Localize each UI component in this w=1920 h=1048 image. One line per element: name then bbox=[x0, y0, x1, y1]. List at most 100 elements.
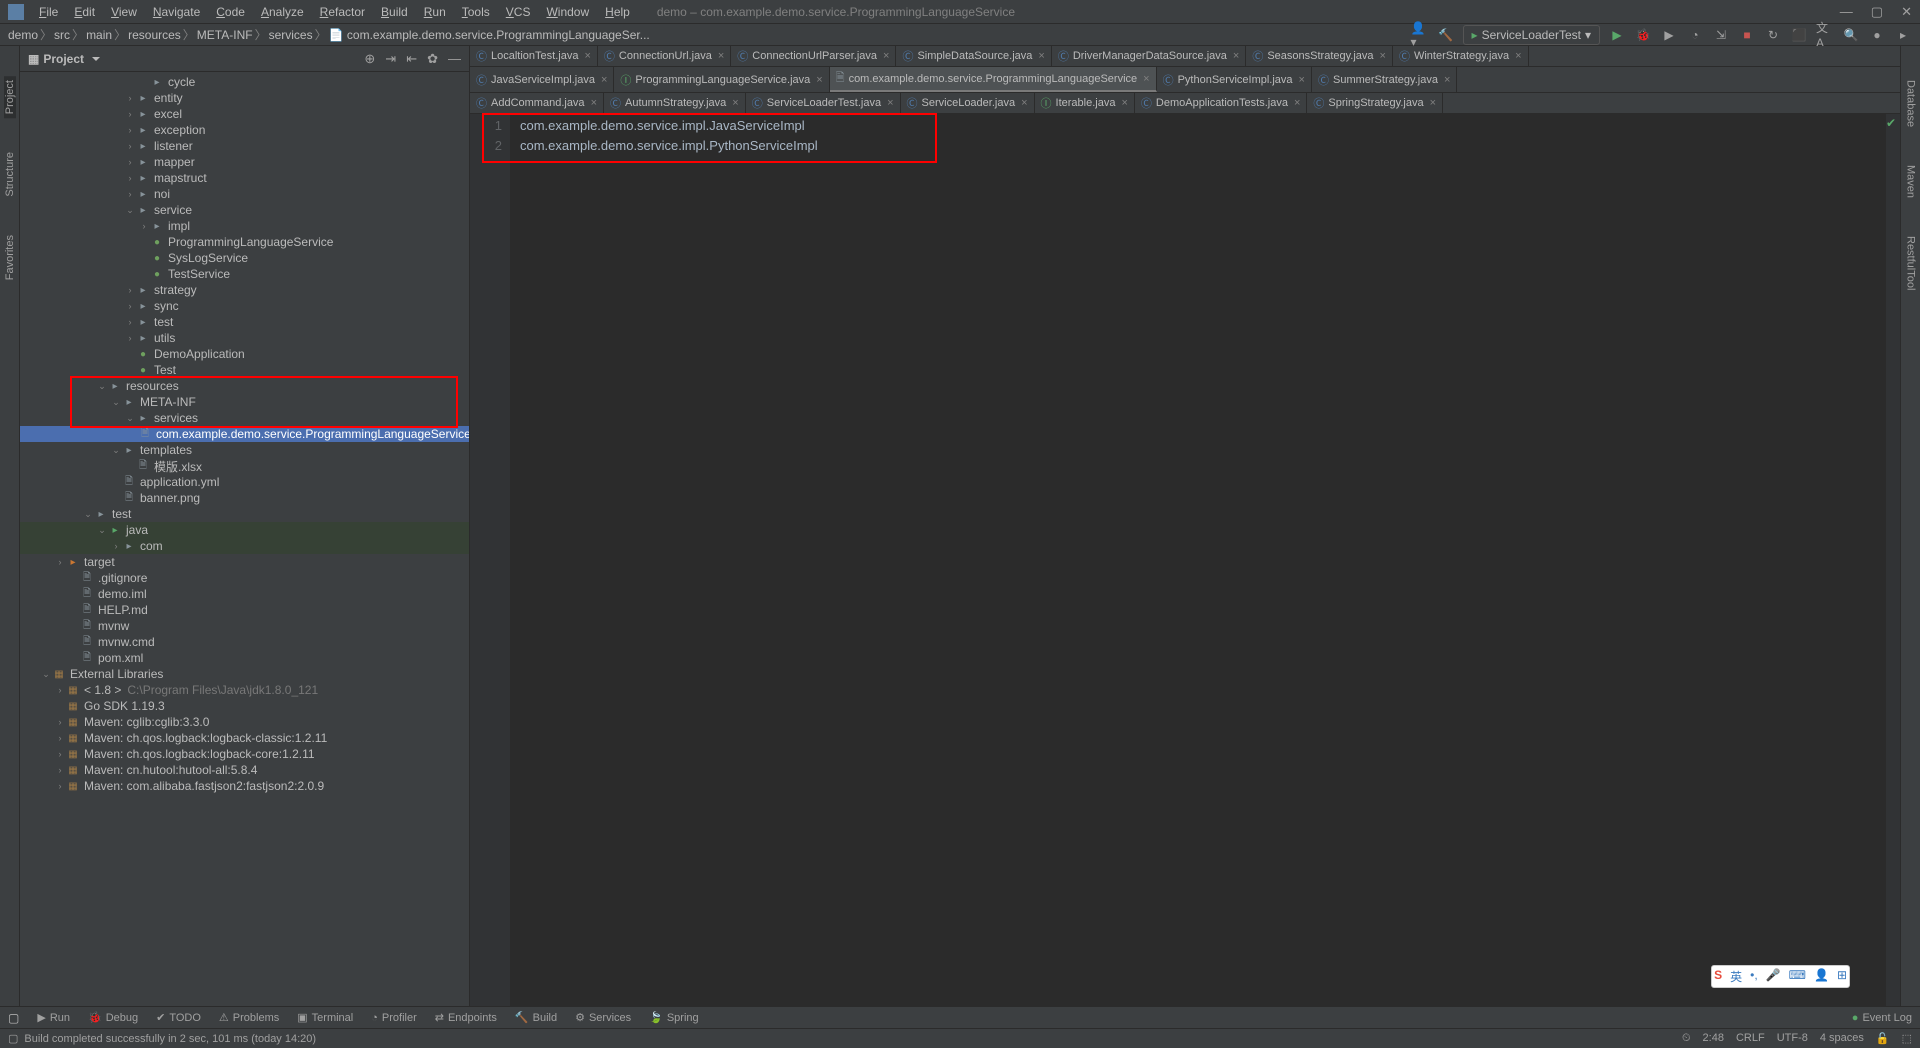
close-tab-icon[interactable]: × bbox=[1021, 97, 1027, 109]
menu-view[interactable]: View bbox=[104, 3, 144, 21]
tree-item[interactable]: ›▸com bbox=[20, 538, 469, 554]
menu-navigate[interactable]: Navigate bbox=[146, 3, 207, 21]
editor-tab[interactable]: ⒸDriverManagerDataSource.java× bbox=[1052, 46, 1247, 66]
tree-item[interactable]: 🗎mvnw bbox=[20, 618, 469, 634]
bottom-tool-build[interactable]: 🔨Build bbox=[515, 1011, 557, 1024]
close-tab-icon[interactable]: × bbox=[883, 50, 889, 62]
attach-button[interactable]: ⇲ bbox=[1712, 26, 1730, 44]
close-tab-icon[interactable]: × bbox=[591, 97, 597, 109]
ime-kbd-icon[interactable]: ⌨ bbox=[1789, 968, 1806, 985]
close-tab-icon[interactable]: × bbox=[816, 74, 822, 86]
tree-arrow-icon[interactable]: › bbox=[124, 189, 136, 199]
tree-item[interactable]: ›▸mapstruct bbox=[20, 170, 469, 186]
editor-tab[interactable]: ⒸConnectionUrl.java× bbox=[598, 46, 731, 66]
bottom-tool-todo[interactable]: ✔TODO bbox=[156, 1011, 201, 1024]
status-indent[interactable]: 4 spaces bbox=[1820, 1032, 1864, 1045]
tree-item[interactable]: 🗎banner.png bbox=[20, 490, 469, 506]
editor-tab[interactable]: ⒸSpringStrategy.java× bbox=[1307, 93, 1443, 113]
close-tab-icon[interactable]: × bbox=[1430, 97, 1436, 109]
tree-item[interactable]: ›▸impl bbox=[20, 218, 469, 234]
project-tool-tab[interactable]: Project bbox=[4, 76, 16, 118]
tree-item[interactable]: ›▦Maven: ch.qos.logback:logback-core:1.2… bbox=[20, 746, 469, 762]
tree-item[interactable]: 🗎HELP.md bbox=[20, 602, 469, 618]
menu-code[interactable]: Code bbox=[209, 3, 252, 21]
tree-item[interactable]: ›▸mapper bbox=[20, 154, 469, 170]
tree-item[interactable]: ⌄▸resources bbox=[20, 378, 469, 394]
tree-item[interactable]: ›▸strategy bbox=[20, 282, 469, 298]
editor-tab[interactable]: ⒸDemoApplicationTests.java× bbox=[1135, 93, 1308, 113]
collapse-all-icon[interactable]: ⇤ bbox=[406, 51, 417, 67]
editor-tab[interactable]: ⒸAddCommand.java× bbox=[470, 93, 604, 113]
close-tab-icon[interactable]: × bbox=[1233, 50, 1239, 62]
close-tab-icon[interactable]: × bbox=[1143, 73, 1149, 85]
bottom-tool-spring[interactable]: 🍃Spring bbox=[649, 1011, 699, 1024]
breadcrumb-item[interactable]: demo bbox=[8, 28, 38, 42]
editor-tab[interactable]: ⒸLocaltionTest.java× bbox=[470, 46, 598, 66]
ime-lang-icon[interactable]: 英 bbox=[1730, 968, 1742, 985]
editor-tab[interactable]: ⒸPythonServiceImpl.java× bbox=[1157, 67, 1312, 92]
build-icon[interactable]: 🔨 bbox=[1437, 26, 1455, 44]
tree-arrow-icon[interactable]: › bbox=[124, 109, 136, 119]
breadcrumb-item[interactable]: src bbox=[54, 28, 70, 42]
plugin-icon[interactable]: ▸ bbox=[1894, 26, 1912, 44]
menu-window[interactable]: Window bbox=[539, 3, 596, 21]
tree-arrow-icon[interactable]: › bbox=[54, 557, 66, 567]
tree-item[interactable]: ›▸noi bbox=[20, 186, 469, 202]
tree-item[interactable]: ›▦< 1.8 >C:\Program Files\Java\jdk1.8.0_… bbox=[20, 682, 469, 698]
ime-grid-icon[interactable]: ⊞ bbox=[1837, 968, 1847, 985]
breadcrumb-item[interactable]: META-INF bbox=[197, 28, 253, 42]
tree-arrow-icon[interactable]: › bbox=[54, 749, 66, 759]
tree-item[interactable]: 🗎mvnw.cmd bbox=[20, 634, 469, 650]
run-button[interactable]: ▶ bbox=[1608, 26, 1626, 44]
tree-arrow-icon[interactable]: ⌄ bbox=[96, 525, 108, 536]
maximize-button[interactable]: ▢ bbox=[1871, 4, 1883, 20]
menu-tools[interactable]: Tools bbox=[455, 3, 497, 21]
tree-item[interactable]: ›▸listener bbox=[20, 138, 469, 154]
tree-item[interactable]: ›▸exception bbox=[20, 122, 469, 138]
run-configuration-selector[interactable]: ▸ ServiceLoaderTest ▾ bbox=[1463, 25, 1600, 45]
tree-arrow-icon[interactable]: ⌄ bbox=[124, 413, 136, 424]
breadcrumb-item[interactable]: main bbox=[86, 28, 112, 42]
debug-button[interactable]: 🐞 bbox=[1634, 26, 1652, 44]
close-tab-icon[interactable]: × bbox=[584, 50, 590, 62]
tree-arrow-icon[interactable]: › bbox=[124, 317, 136, 327]
editor-tab[interactable]: ⒸJavaServiceImpl.java× bbox=[470, 67, 614, 92]
editor-tab[interactable]: 🗎com.example.demo.service.ProgrammingLan… bbox=[830, 67, 1157, 92]
menu-refactor[interactable]: Refactor bbox=[313, 3, 372, 21]
tree-arrow-icon[interactable]: › bbox=[110, 541, 122, 551]
inspection-ok-icon[interactable]: ✔ bbox=[1886, 116, 1896, 130]
breadcrumb-item[interactable]: resources bbox=[128, 28, 181, 42]
bottom-tool-endpoints[interactable]: ⇄Endpoints bbox=[435, 1011, 497, 1024]
tree-arrow-icon[interactable]: ⌄ bbox=[110, 397, 122, 408]
menu-help[interactable]: Help bbox=[598, 3, 637, 21]
close-tab-icon[interactable]: × bbox=[1294, 97, 1300, 109]
close-button[interactable]: ✕ bbox=[1901, 4, 1912, 20]
ime-user-icon[interactable]: 👤 bbox=[1814, 968, 1829, 985]
tree-item[interactable]: ●TestService bbox=[20, 266, 469, 282]
tree-item[interactable]: ›▸sync bbox=[20, 298, 469, 314]
tree-item[interactable]: ▦Go SDK 1.19.3 bbox=[20, 698, 469, 714]
tree-item[interactable]: ▸cycle bbox=[20, 74, 469, 90]
tree-item[interactable]: ›▸excel bbox=[20, 106, 469, 122]
hide-panel-icon[interactable]: — bbox=[448, 51, 461, 67]
close-tab-icon[interactable]: × bbox=[718, 50, 724, 62]
close-tab-icon[interactable]: × bbox=[1299, 74, 1305, 86]
tree-item[interactable]: ●ProgrammingLanguageService bbox=[20, 234, 469, 250]
user-icon[interactable]: 👤▾ bbox=[1411, 26, 1429, 44]
tree-arrow-icon[interactable]: › bbox=[124, 93, 136, 103]
database-tool-tab[interactable]: Database bbox=[1905, 76, 1917, 131]
tree-item[interactable]: ›▸test bbox=[20, 314, 469, 330]
editor-content[interactable]: 12 com.example.demo.service.impl.JavaSer… bbox=[470, 114, 1900, 1006]
editor-tab[interactable]: ⒸWinterStrategy.java× bbox=[1393, 46, 1529, 66]
menu-build[interactable]: Build bbox=[374, 3, 415, 21]
bottom-tool-profiler[interactable]: ◔Profiler bbox=[371, 1011, 417, 1024]
tree-item[interactable]: ›▸utils bbox=[20, 330, 469, 346]
status-line-separator[interactable]: CRLF bbox=[1736, 1032, 1765, 1045]
close-tab-icon[interactable]: × bbox=[1380, 50, 1386, 62]
tree-arrow-icon[interactable]: › bbox=[124, 125, 136, 135]
tree-item[interactable]: 🗎.gitignore bbox=[20, 570, 469, 586]
project-panel-title[interactable]: ▦ Project bbox=[28, 52, 100, 66]
tree-arrow-icon[interactable]: ⌄ bbox=[110, 445, 122, 456]
tree-item[interactable]: ●DemoApplication bbox=[20, 346, 469, 362]
code-line[interactable]: com.example.demo.service.impl.JavaServic… bbox=[520, 116, 1886, 136]
